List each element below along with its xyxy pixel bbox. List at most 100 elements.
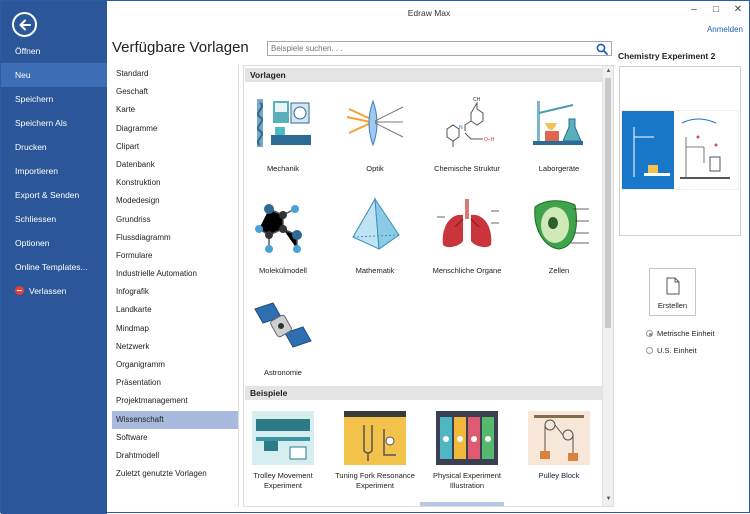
menu-new[interactable]: Neu (1, 63, 107, 87)
new-document-icon (666, 277, 680, 295)
search-box (267, 41, 612, 56)
close-button[interactable]: ✕ (731, 4, 745, 15)
example-trolley-movement[interactable]: Trolley Movement Experiment (244, 409, 328, 491)
example-label: Pulley Block (538, 471, 580, 480)
category-item[interactable]: Modedesign (112, 192, 238, 210)
menu-import[interactable]: Importieren (1, 159, 107, 183)
menu-save[interactable]: Speichern (1, 87, 107, 111)
svg-text:N: N (459, 125, 463, 131)
pyramid-icon (352, 197, 400, 250)
template-mechanics[interactable]: Mechanik (244, 88, 328, 174)
scroll-down-icon[interactable]: ▼ (605, 496, 612, 503)
category-item[interactable]: Datenbank (112, 156, 238, 174)
radio-us[interactable] (646, 347, 653, 354)
title-bar: Edraw Max – □ ✕ (107, 1, 750, 25)
category-item[interactable]: Präsentation (112, 374, 238, 392)
exit-icon (15, 286, 24, 295)
back-arrow-icon (19, 19, 31, 30)
example-label: Trolley Movement Experiment (253, 471, 313, 490)
search-icon[interactable] (596, 43, 608, 55)
unit-option-us[interactable]: U.S. Einheit (646, 346, 697, 355)
category-item[interactable]: Netzwerk (112, 338, 238, 356)
category-item[interactable]: Organigramm (112, 356, 238, 374)
minimize-button[interactable]: – (687, 4, 701, 15)
template-preview (619, 66, 741, 236)
mechanics-icon (257, 99, 311, 147)
restore-button[interactable]: □ (709, 4, 723, 15)
radio-metric[interactable] (646, 330, 653, 337)
create-label: Erstellen (657, 301, 688, 310)
category-item[interactable]: Drahtmodell (112, 447, 238, 465)
menu-print[interactable]: Drucken (1, 135, 107, 159)
create-button[interactable]: Erstellen (649, 268, 696, 316)
template-optics[interactable]: Optik (330, 88, 420, 174)
chemical-structure-icon: CH N O–H (446, 97, 495, 147)
app-title: Edraw Max (407, 8, 451, 18)
category-item[interactable]: Projektmanagement (112, 392, 238, 410)
unit-option-metric[interactable]: Metrische Einheit (646, 329, 715, 338)
menu-save-as[interactable]: Speichern Als (1, 111, 107, 135)
backstage-menu: Öffnen Neu Speichern Speichern Als Druck… (1, 39, 107, 303)
selection-indicator (420, 502, 504, 506)
example-pulley-block[interactable]: Pulley Block (514, 409, 604, 481)
template-label: Laborgeräte (538, 164, 580, 173)
menu-export-send[interactable]: Export & Senden (1, 183, 107, 207)
category-item[interactable]: Software (112, 429, 238, 447)
category-item-selected[interactable]: Wissenschaft (112, 410, 238, 429)
category-item[interactable]: Konstruktion (112, 174, 238, 192)
menu-online-templates[interactable]: Online Templates... (1, 255, 107, 279)
category-item[interactable]: Landkarte (112, 301, 238, 319)
template-mathematics[interactable]: Mathematik (330, 190, 420, 276)
category-item[interactable]: Mindmap (112, 320, 238, 338)
category-item[interactable]: Flussdiagramm (112, 229, 238, 247)
menu-exit[interactable]: Verlassen (1, 279, 107, 303)
template-label: Mathematik (355, 266, 395, 275)
molecule-model-icon (255, 204, 302, 253)
pulley-block-thumb (528, 411, 590, 465)
template-lab-equipment[interactable]: Laborgeräte (514, 88, 604, 174)
menu-open[interactable]: Öffnen (1, 39, 107, 63)
category-item[interactable]: Formulare (112, 247, 238, 265)
template-astronomy[interactable]: Astronomie (244, 292, 328, 378)
category-item[interactable]: Diagramme (112, 120, 238, 138)
cell-icon (534, 200, 589, 250)
category-item[interactable]: Grundriss (112, 211, 238, 229)
gallery-scrollbar[interactable]: ▲ ▼ (602, 66, 613, 506)
tuning-fork-thumb (344, 411, 406, 465)
lab-equipment-icon (533, 101, 583, 145)
back-button[interactable] (12, 12, 37, 37)
trolley-experiment-thumb (252, 411, 314, 465)
app-window: Öffnen Neu Speichern Speichern Als Druck… (0, 0, 750, 514)
template-molecule-model[interactable]: Molekülmodell (244, 190, 328, 276)
menu-options[interactable]: Optionen (1, 231, 107, 255)
lungs-icon (437, 199, 499, 248)
example-tuning-fork[interactable]: Tuning Fork Resonance Experiment (330, 409, 420, 491)
category-item[interactable]: Geschaft (112, 83, 238, 101)
examples-section-header: Beispiele (245, 386, 603, 400)
category-item[interactable]: Clipart (112, 138, 238, 156)
template-gallery: Vorlagen Mechanik Optik CH N O–H Chemisc… (243, 65, 614, 507)
category-item[interactable]: Zuletzt genutzte Vorlagen (112, 465, 238, 483)
category-item[interactable]: Industrielle Automation (112, 265, 238, 283)
category-item[interactable]: Standard (112, 65, 238, 83)
menu-exit-label: Verlassen (29, 286, 67, 296)
templates-section-header: Vorlagen (245, 68, 603, 82)
scroll-thumb[interactable] (605, 78, 611, 328)
login-link[interactable]: Anmelden (707, 25, 743, 34)
example-physical-experiment[interactable]: Physical Experiment Illustration (422, 409, 512, 491)
scroll-up-icon[interactable]: ▲ (605, 68, 612, 75)
page-title: Verfügbare Vorlagen (112, 39, 249, 56)
template-cells[interactable]: Zellen (514, 190, 604, 276)
unit-label-metric: Metrische Einheit (657, 329, 715, 338)
example-label: Tuning Fork Resonance Experiment (335, 471, 415, 490)
template-label: Mechanik (266, 164, 300, 173)
physical-experiment-thumb (436, 411, 498, 465)
menu-close[interactable]: Schliessen (1, 207, 107, 231)
search-input[interactable] (268, 42, 588, 55)
category-item[interactable]: Infografik (112, 283, 238, 301)
template-chemical-structure[interactable]: CH N O–H Chemische Struktur (422, 88, 512, 174)
example-label: Physical Experiment Illustration (433, 471, 501, 490)
unit-label-us: U.S. Einheit (657, 346, 697, 355)
template-human-organs[interactable]: Menschliche Organe (422, 190, 512, 276)
category-item[interactable]: Karte (112, 101, 238, 119)
